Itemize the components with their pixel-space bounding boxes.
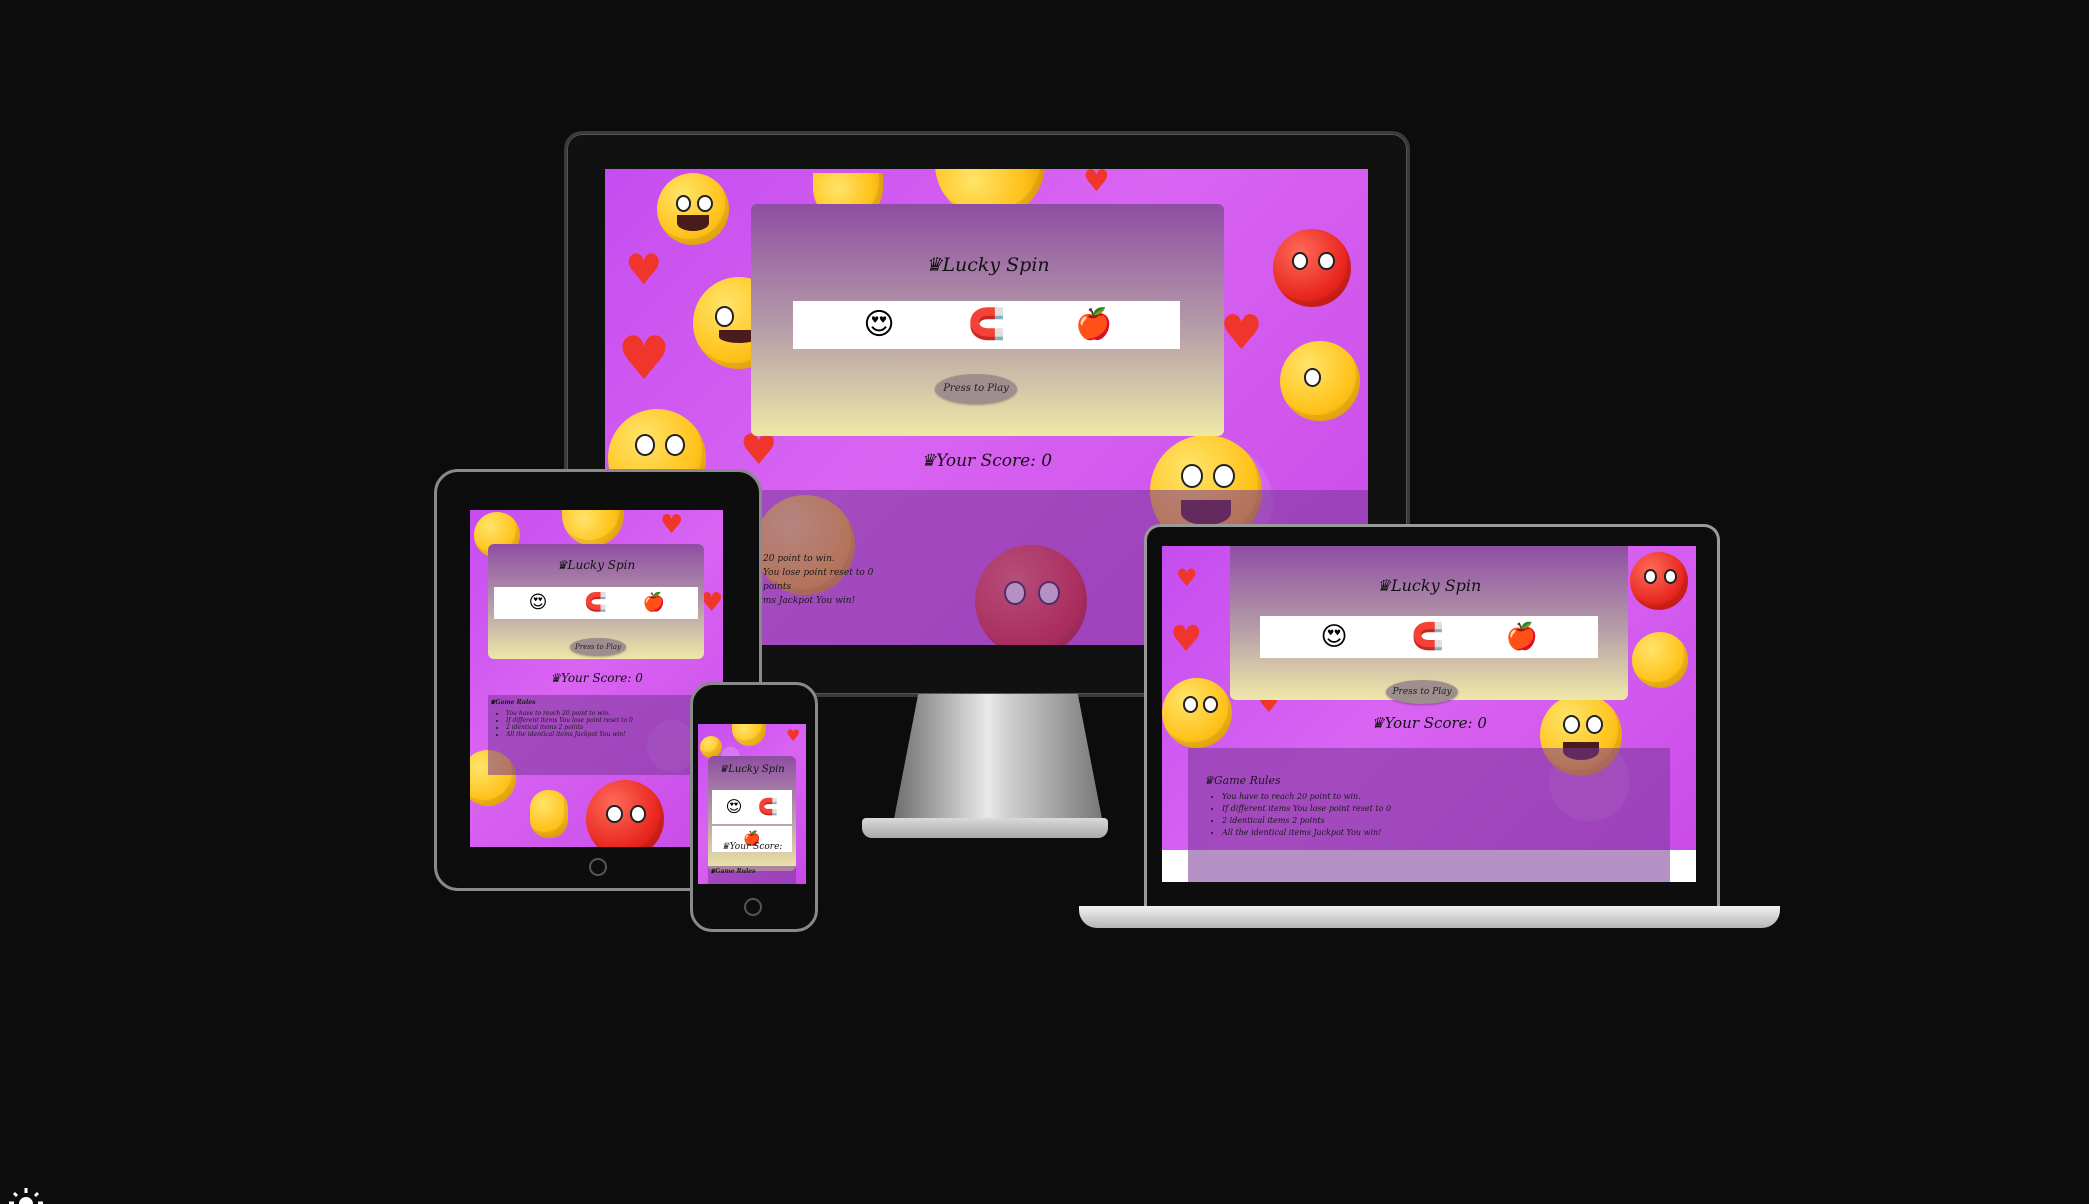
page-title: ♛Lucky Spin	[556, 558, 636, 572]
mustache-emoji-icon	[1162, 678, 1232, 748]
reel-slot: 🧲	[1411, 622, 1445, 652]
laptop-keyboard-base	[1079, 906, 1780, 928]
rules-panel-overflow	[1188, 850, 1670, 882]
score-display: ♛Your Score:	[721, 842, 783, 852]
rules-heading: ♛Game Rules	[1204, 774, 1281, 787]
phone-home-button[interactable]	[744, 898, 762, 916]
tongue-out-emoji-icon	[1630, 552, 1688, 610]
game-panel: ♛Lucky Spin 😍 🧲 🍎 Press to Play	[1230, 546, 1628, 704]
heart-icon: ♥	[617, 324, 671, 394]
press-to-play-button[interactable]: Press to Play	[570, 638, 626, 656]
crown-icon: ♛	[1376, 576, 1391, 595]
heart-icon: ♥	[625, 245, 663, 294]
page-title: ♛Lucky Spin	[719, 764, 785, 775]
press-to-play-button[interactable]: Press to Play	[935, 374, 1017, 404]
reel-slot: 😍	[863, 307, 895, 342]
crown-icon: ♛	[721, 842, 730, 852]
tablet-screen: ♥ ♥ ♛Lucky Spin 😍 🧲 🍎 Press to Play ♛You…	[470, 510, 723, 847]
press-to-play-button[interactable]: Press to Play	[1386, 680, 1458, 704]
rules-item: 20 point to win.	[763, 554, 835, 564]
monocle-emoji-icon	[700, 736, 722, 758]
crying-emoji-icon	[732, 724, 766, 746]
kissing-emoji-icon	[1632, 632, 1688, 688]
laughing-emoji-icon	[657, 173, 729, 245]
laptop-screen: ♥ ♥ ♥ ♛Lucky Spin 😍 🧲 🍎 Press to Play ♛Y…	[1162, 546, 1696, 882]
reel-slot: 🧲	[968, 307, 1006, 342]
game-rules-panel: ♛Game Rules	[708, 866, 796, 884]
crown-icon: ♛	[556, 558, 568, 572]
monitor-stand	[893, 694, 1103, 824]
rules-list: You have to reach 20 point to win. If di…	[1188, 791, 1670, 839]
reel-slot: 😍	[1320, 622, 1348, 652]
rules-item: All the identical items Jackpot You win!	[506, 731, 704, 738]
rules-heading: ♛Game Rules	[710, 868, 756, 875]
heart-icon: ♥	[1176, 564, 1198, 592]
crown-icon: ♛	[925, 254, 943, 276]
crown-icon: ♛	[550, 671, 561, 685]
crown-icon: ♛	[920, 451, 937, 471]
reel-slot: 🧲	[584, 592, 608, 613]
phone-screen: ♥ ♛Lucky Spin 😍 🧲 🍎 ♛Your Score: ♛Game R…	[698, 724, 806, 884]
heart-icon: ♥	[1083, 169, 1110, 199]
rules-item: If different items You lose point reset …	[506, 717, 704, 724]
tongue-sweat-emoji-icon	[586, 780, 664, 847]
reel-slot: 🍎	[1505, 622, 1539, 652]
score-display: ♛Your Score: 0	[1371, 714, 1487, 732]
crown-icon: ♛	[1371, 714, 1385, 732]
rules-item: items Jackpot You win!	[751, 596, 856, 606]
sun-icon	[8, 1186, 44, 1204]
reel-strip: 😍 🧲 🍎	[494, 587, 698, 619]
reel-slot: 😍	[528, 592, 548, 613]
kissing-emoji-icon	[1280, 341, 1360, 421]
rules-item: 2 identical items 2 points	[506, 724, 704, 731]
page-title: ♛Lucky Spin	[1376, 576, 1482, 595]
reel-strip: 😍 🧲 🍎	[1260, 616, 1598, 658]
score-display: ♛Your Score: 0	[550, 671, 643, 685]
game-panel: ♛Lucky Spin 😍 🧲 🍎	[708, 756, 796, 871]
reel-strip: 😍 🧲 🍎	[793, 301, 1180, 349]
rules-item: You lose point reset to 0	[763, 568, 874, 578]
reel-slot: 🍎	[642, 592, 666, 613]
rules-list: You have to reach 20 point to win. If di…	[488, 710, 704, 738]
heart-icon: ♥	[660, 510, 684, 540]
crying-emoji-icon	[562, 510, 624, 546]
heart-icon: ♥	[786, 726, 801, 745]
reel-strip: 😍 🧲	[712, 790, 792, 824]
rules-heading: ♛Game Rules	[490, 699, 536, 706]
crown-icon: ♛	[1204, 774, 1214, 787]
waving-hand-icon	[530, 790, 568, 838]
crown-icon: ♛	[719, 764, 729, 775]
game-rules-panel: ♛Game Rules You have to reach 20 point t…	[488, 695, 704, 775]
tongue-out-emoji-icon	[1273, 229, 1351, 307]
rules-item: If different items You lose point reset …	[1222, 803, 1670, 815]
game-panel: ♛Lucky Spin 😍 🧲 🍎 Press to Play	[488, 544, 704, 659]
reel-slot: 🍎	[1075, 307, 1113, 342]
game-panel: ♛Lucky Spin 😍 🧲 🍎 Press to Play	[751, 204, 1224, 436]
reel-slot: 😍	[725, 797, 743, 816]
page-title: ♛Lucky Spin	[925, 254, 1050, 276]
rules-item: 2 identical items 2 points	[1222, 815, 1670, 827]
heart-icon: ♥	[1220, 305, 1264, 361]
rules-item: You have to reach 20 point to win.	[1222, 791, 1670, 803]
rules-item: points	[763, 582, 792, 592]
score-display: ♛Your Score: 0	[920, 451, 1053, 471]
rules-item: All the identical items Jackpot You win!	[1222, 827, 1670, 839]
heart-icon: ♥	[1170, 619, 1203, 660]
monitor-foot	[862, 818, 1108, 838]
tablet-home-button[interactable]	[589, 858, 607, 876]
rules-item: You have to reach 20 point to win.	[506, 710, 704, 717]
reel-slot: 🧲	[758, 797, 778, 816]
